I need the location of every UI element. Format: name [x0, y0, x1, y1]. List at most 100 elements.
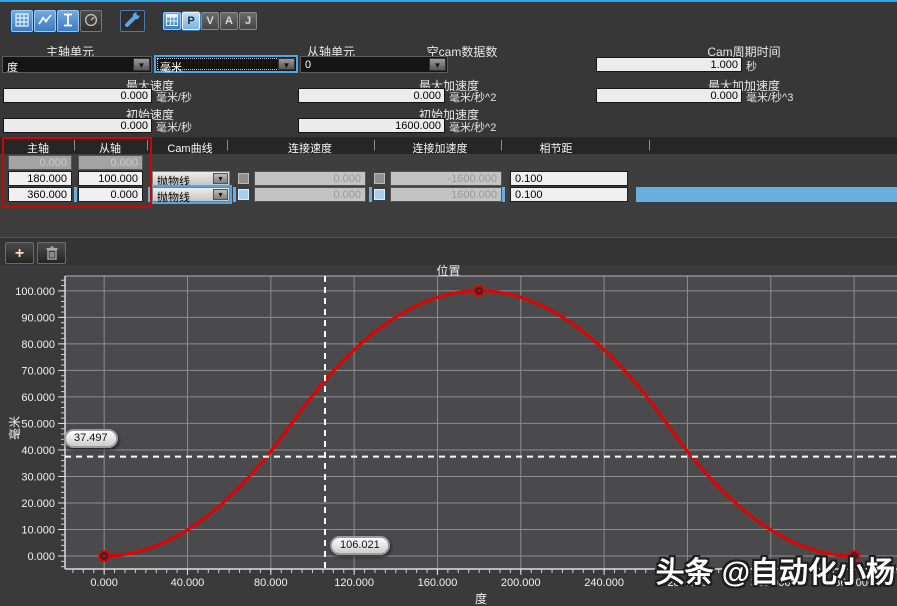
- cam-curve-select[interactable]: 抛物线 ▼: [152, 171, 230, 188]
- y-axis-label: 毫米: [8, 416, 22, 441]
- cursor-x-tooltip: 106.021: [330, 536, 390, 555]
- slave-axis-cell[interactable]: 100.000: [78, 171, 143, 186]
- svg-text:10.000: 10.000: [21, 524, 55, 536]
- master-unit-select[interactable]: 度 ▼: [2, 56, 152, 74]
- selection-strip: [148, 187, 151, 202]
- max-jerk-unit: 毫米/秒^3: [746, 92, 794, 104]
- ibeam-cursor-icon[interactable]: [57, 10, 79, 32]
- conn-accel-checkbox[interactable]: [374, 189, 385, 200]
- selection-strip: [74, 187, 77, 202]
- max-velocity-unit: 毫米/秒: [156, 92, 193, 104]
- table-row: 180.000 100.000 抛物线 ▼ 0.000 -1600.000 0.100: [0, 171, 897, 188]
- slave-unit-select[interactable]: 毫米 ▼: [154, 55, 298, 74]
- svg-text:160.000: 160.000: [418, 577, 458, 589]
- plus-icon: +: [14, 244, 25, 262]
- header-separator: |: [500, 139, 503, 151]
- init-velocity-unit: 毫米/秒: [156, 122, 193, 134]
- empty-cam-count-value: 0: [305, 59, 312, 71]
- max-jerk-input[interactable]: 0.000: [596, 88, 742, 103]
- svg-text:50.000: 50.000: [21, 418, 55, 430]
- conn-velocity-checkbox[interactable]: [238, 173, 249, 184]
- col-cam-curve[interactable]: Cam曲线: [155, 140, 225, 156]
- svg-text:90.000: 90.000: [21, 312, 55, 324]
- col-master-axis[interactable]: 主轴: [8, 140, 68, 156]
- col-slave-axis[interactable]: 从轴: [80, 140, 140, 156]
- chevron-down-icon[interactable]: ▼: [278, 58, 295, 70]
- table-row: 360.000 0.000 抛物线 ▼ 0.000 1600.000 0.100: [0, 187, 897, 204]
- grid-table-icon[interactable]: [11, 10, 33, 32]
- add-row-button[interactable]: +: [5, 242, 34, 264]
- col-conn-accel[interactable]: 连接加速度: [395, 140, 485, 156]
- cam-period-input[interactable]: 1.000: [596, 57, 742, 72]
- max-velocity-input[interactable]: 0.000: [3, 88, 152, 103]
- header-separator: |: [226, 139, 229, 151]
- selected-row-bar[interactable]: [636, 187, 897, 202]
- watermark: 头条 @自动化小杨: [655, 557, 895, 589]
- slave-axis-cell[interactable]: 0.000: [78, 187, 143, 202]
- conn-velocity-checkbox[interactable]: [238, 189, 249, 200]
- init-accel-unit: 毫米/秒^2: [449, 122, 497, 134]
- header-separator: |: [146, 139, 149, 151]
- chevron-down-icon[interactable]: ▼: [429, 58, 446, 71]
- svg-text:0.000: 0.000: [90, 577, 118, 589]
- chevron-down-icon[interactable]: ▼: [213, 189, 228, 200]
- data-table-icon[interactable]: [163, 12, 181, 30]
- delete-row-button[interactable]: [37, 242, 66, 264]
- master-axis-cell[interactable]: 360.000: [8, 187, 72, 202]
- tab-accel-icon[interactable]: A: [220, 12, 238, 30]
- conn-accel-checkbox[interactable]: [374, 173, 385, 184]
- selection-strip: [369, 187, 372, 202]
- cam-period-unit: 秒: [746, 61, 757, 73]
- chart-title: 位置: [436, 264, 461, 278]
- header-separator: |: [73, 139, 76, 151]
- col-conn-velocity[interactable]: 连接速度: [270, 140, 350, 156]
- svg-text:240.000: 240.000: [584, 577, 624, 589]
- table-row: 0.000 0.000: [0, 155, 897, 170]
- conn-velocity-cell[interactable]: 0.000: [254, 171, 366, 186]
- conn-velocity-cell[interactable]: 0.000: [254, 187, 366, 202]
- init-velocity-input[interactable]: 0.000: [3, 118, 152, 133]
- col-phase-pitch[interactable]: 相节距: [516, 140, 596, 156]
- x-axis-label: 度: [474, 592, 487, 606]
- header-separator: |: [373, 139, 376, 151]
- max-accel-unit: 毫米/秒^2: [449, 92, 497, 104]
- chevron-down-icon[interactable]: ▼: [213, 173, 228, 184]
- svg-text:80.000: 80.000: [21, 339, 55, 351]
- master-axis-cell[interactable]: 180.000: [8, 171, 72, 186]
- svg-text:0.000: 0.000: [27, 551, 55, 563]
- svg-text:20.000: 20.000: [21, 498, 55, 510]
- selection-strip: [502, 187, 505, 202]
- tab-velocity-icon[interactable]: V: [201, 12, 219, 30]
- cam-curve-select[interactable]: 抛物线 ▼: [152, 187, 230, 204]
- gauge-icon[interactable]: [80, 10, 102, 32]
- slave-axis-cell[interactable]: 0.000: [78, 155, 143, 170]
- curve-chart-icon[interactable]: [34, 10, 56, 32]
- cursor-y-tooltip: 37.497: [64, 429, 118, 448]
- chevron-down-icon[interactable]: ▼: [133, 58, 150, 71]
- svg-text:30.000: 30.000: [21, 471, 55, 483]
- svg-text:40.000: 40.000: [171, 577, 205, 589]
- table-header: 主轴 | 从轴 | Cam曲线 | 连接速度 | 连接加速度 | 相节距 |: [0, 138, 897, 156]
- svg-text:100.000: 100.000: [15, 286, 55, 298]
- master-axis-cell[interactable]: 0.000: [8, 155, 72, 170]
- svg-text:60.000: 60.000: [21, 392, 55, 404]
- svg-text:80.000: 80.000: [254, 577, 288, 589]
- empty-cam-count-select[interactable]: 0 ▼: [300, 56, 448, 73]
- phase-pitch-cell[interactable]: 0.100: [510, 171, 628, 186]
- svg-text:200.000: 200.000: [501, 577, 541, 589]
- master-unit-value: 度: [7, 62, 18, 74]
- cam-profile-editor-window: PVAJ 主轴单元 从轴单元 空cam数据数 Cam周期时间 最大速度 最大加速…: [0, 0, 897, 606]
- max-accel-input[interactable]: 0.000: [298, 88, 445, 103]
- conn-accel-cell[interactable]: -1600.000: [390, 171, 502, 186]
- svg-text:120.000: 120.000: [334, 577, 374, 589]
- tab-jerk-icon[interactable]: J: [239, 12, 257, 30]
- slave-unit-value: 毫米: [160, 62, 182, 74]
- header-separator: |: [648, 139, 651, 151]
- selection-strip: [233, 187, 236, 202]
- cam-curve-value: 抛物线: [157, 192, 190, 204]
- conn-accel-cell[interactable]: 1600.000: [390, 187, 502, 202]
- wrench-settings-icon[interactable]: [120, 10, 145, 32]
- phase-pitch-cell[interactable]: 0.100: [510, 187, 628, 202]
- tab-position-icon[interactable]: P: [182, 12, 200, 30]
- init-accel-input[interactable]: 1600.000: [298, 118, 445, 133]
